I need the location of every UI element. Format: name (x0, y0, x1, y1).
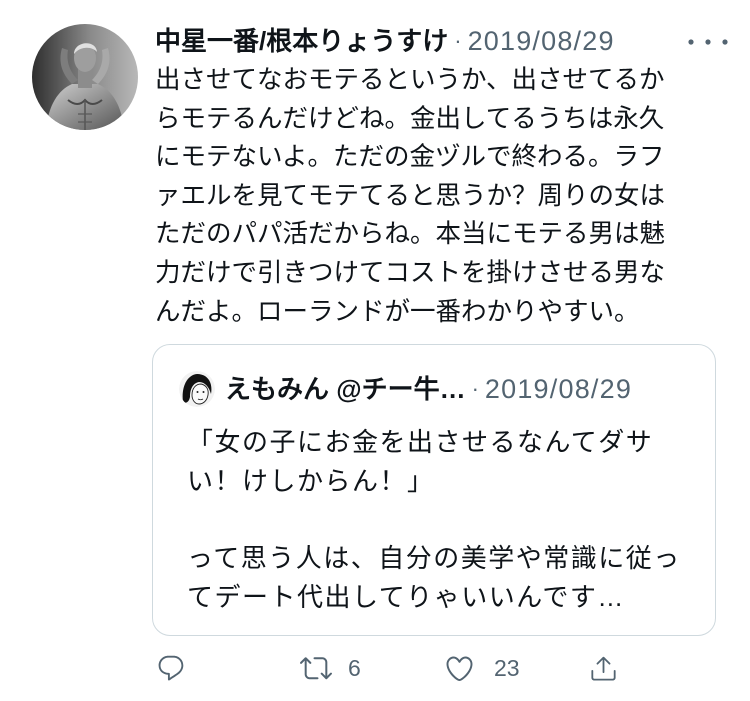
retweet-button[interactable]: 6 (300, 652, 361, 684)
quoted-paragraph: 「女の子にお金を出させるなんてダサ い！けしからん！」 (187, 423, 709, 501)
tweet-text-line: ただのパパ活だからね。本当にモテる男は魅 (155, 220, 666, 249)
illustrated-avatar-icon (179, 371, 215, 407)
quoted-tweet-date: 2019/08/29 (484, 374, 633, 404)
quoted-tweet-header: えもみん @チー牛… · 2019/08/29 (225, 370, 705, 408)
like-button[interactable]: 23 (444, 652, 520, 684)
quoted-tweet-card[interactable]: えもみん @チー牛… · 2019/08/29 「女の子にお金を出させるなんてダ… (152, 344, 716, 636)
header-separator: · (454, 28, 462, 53)
quoted-paragraph: って思う人は、自分の美学や常識に従っ てデート代出してりゃいいんです… (187, 539, 709, 617)
more-dots-icon (688, 39, 728, 45)
tweet-text-line: 力だけで引きつけてコストを掛けさせる男な (155, 258, 666, 287)
quoted-tweet-text: 「女の子にお金を出させるなんてダサ い！けしからん！」 って思う人は、自分の美学… (187, 423, 709, 635)
reply-button[interactable] (156, 652, 186, 684)
quoted-author-avatar (179, 371, 215, 407)
quoted-author-name: えもみん @チー牛… (225, 374, 466, 404)
share-button[interactable] (589, 652, 618, 684)
tweet-header: 中星一番/根本りょうすけ · 2019/08/29 (155, 21, 679, 61)
share-icon (591, 656, 616, 681)
tweet-text: 出させてなおモテるというか、出させてるか らモテるんだけどね。金出してるうちは永… (155, 61, 717, 331)
like-count: 23 (494, 655, 520, 681)
profile-photo-icon (32, 24, 138, 130)
tweet-text-line: ァエルを見てモテてると思うか？周りの女は (155, 181, 666, 210)
quoted-text-line: てデート代出してりゃいいんです… (187, 582, 625, 612)
heart-icon (446, 656, 473, 681)
tweet-text-line: 出させてなおモテるというか、出させてるか (155, 66, 665, 94)
quoted-text-line: い！けしからん！」 (187, 465, 435, 496)
quoted-text-line: 「女の子にお金を出させるなんてダサ (187, 427, 654, 457)
tweet-text-line: んだよ。ローランドが一番わかりやすい。 (155, 297, 640, 326)
retweet-icon (300, 657, 332, 680)
tweet-text-line: にモテないよ。ただの金ヅルで終わる。ラフ (155, 143, 665, 172)
more-options-button[interactable] (686, 36, 730, 48)
tweet-date[interactable]: 2019/08/29 (468, 21, 615, 61)
author-avatar[interactable] (32, 24, 138, 130)
quoted-text-line: って思う人は、自分の美学や常識に従っ (187, 543, 681, 574)
retweet-count: 6 (348, 655, 361, 681)
quoted-header-separator: · (471, 376, 479, 401)
tweet-text-line: らモテるんだけどね。金出してるうちは永久 (155, 104, 665, 133)
author-name[interactable]: 中星一番/根本りょうすけ (155, 21, 448, 61)
reply-icon (158, 655, 184, 681)
